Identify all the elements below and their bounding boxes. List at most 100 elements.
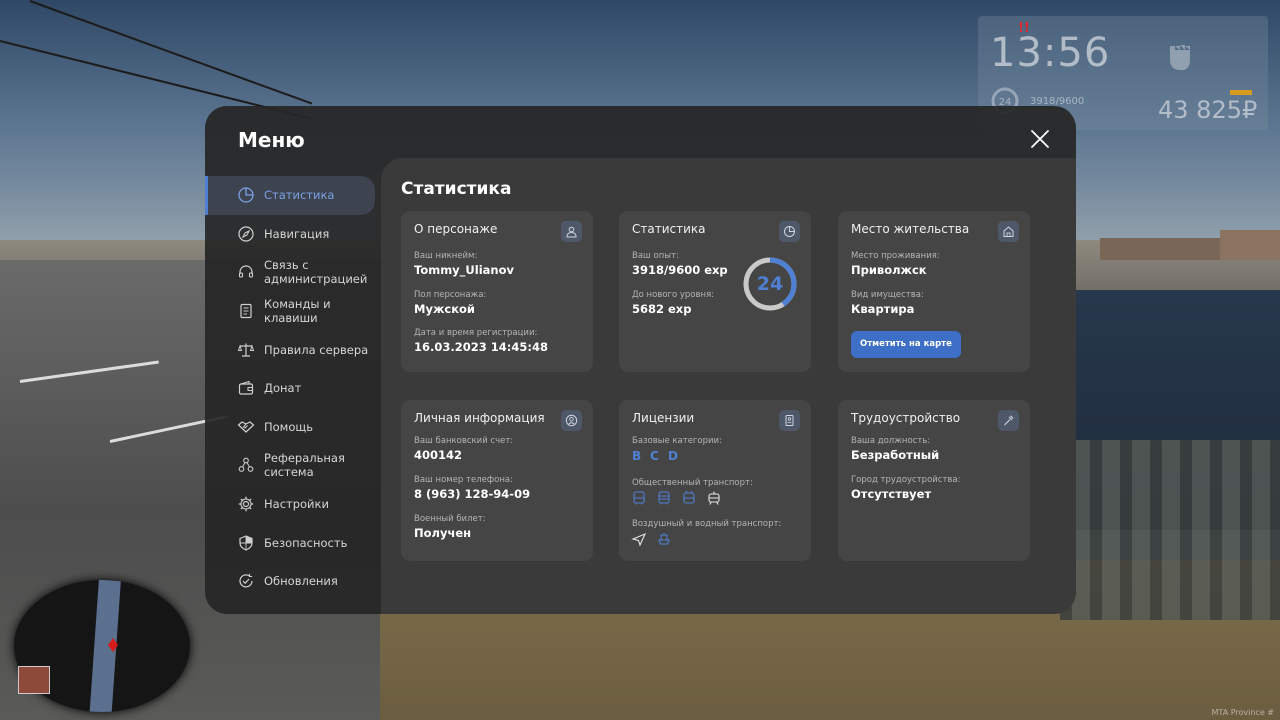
- handshake-icon: [237, 418, 255, 436]
- exp-value: 3918/9600 exp: [632, 263, 728, 277]
- gender-value: Мужской: [414, 302, 475, 316]
- license-category-b: B: [632, 449, 642, 463]
- sidebar-item-label: Статистика: [264, 188, 335, 203]
- close-button[interactable]: [1027, 126, 1053, 152]
- home-icon: [998, 221, 1019, 242]
- coach-icon: [656, 490, 672, 506]
- boat-icon: [656, 531, 672, 547]
- fist-icon: [1160, 36, 1200, 76]
- wallet-icon: [237, 379, 255, 397]
- pie-chart-icon: [779, 221, 800, 242]
- shield-icon: [237, 534, 255, 552]
- stats-content: Статистика О персонаже Ваш никнейм: Tomm…: [381, 158, 1076, 614]
- card-title: Трудоустройство: [851, 411, 961, 425]
- bank-account-value: 400142: [414, 448, 463, 462]
- military-id-label: Военный билет:: [414, 514, 486, 524]
- gender-label: Пол персонажа:: [414, 290, 487, 300]
- card-title: О персонаже: [414, 222, 498, 236]
- scales-icon: [237, 341, 255, 359]
- sidebar-item-label: Помощь: [264, 419, 314, 434]
- network-icon: [237, 456, 255, 474]
- hud-money: 43 825₽: [1158, 96, 1258, 124]
- sidebar: Статистика Навигация Связь с администрац…: [205, 176, 381, 601]
- personal-info-card: Личная информация Ваш банковский счет: 4…: [401, 400, 593, 561]
- residence-place-label: Место проживания:: [851, 251, 940, 261]
- sidebar-item-referral[interactable]: Реферальная система: [205, 446, 381, 485]
- sidebar-item-help[interactable]: Помощь: [205, 408, 381, 447]
- stats-card: Статистика Ваш опыт: 3918/9600 exp До но…: [619, 211, 811, 372]
- public-transport-label: Общественный транспорт:: [632, 478, 753, 488]
- sidebar-item-label: Связь с администрацией: [264, 258, 368, 287]
- tram-icon: [706, 490, 722, 506]
- card-title: Место жительства: [851, 222, 970, 236]
- sidebar-item-label: Донат: [264, 381, 302, 396]
- pie-chart-icon: [237, 186, 255, 204]
- character-card: О персонаже Ваш никнейм: Tommy_Ulianov П…: [401, 211, 593, 372]
- hud-clock: 13:56: [990, 30, 1111, 76]
- refresh-check-icon: [237, 572, 255, 590]
- sidebar-item-donate[interactable]: Донат: [205, 369, 381, 408]
- license-category-c: C: [650, 449, 659, 463]
- menu-title: Меню: [238, 128, 305, 152]
- license-categories: B C D: [632, 449, 678, 463]
- level-progress-ring: 24: [741, 255, 799, 313]
- page-title: Статистика: [401, 179, 512, 199]
- residence-place-value: Приволжск: [851, 263, 927, 277]
- sidebar-item-label: Обновления: [264, 574, 338, 589]
- level-number: 24: [756, 273, 784, 295]
- player-avatar: [18, 666, 50, 694]
- sidebar-item-admin-contact[interactable]: Связь с администрацией: [205, 253, 381, 292]
- license-card-icon: [779, 410, 800, 431]
- sidebar-item-commands[interactable]: Команды и клавиши: [205, 292, 381, 331]
- employment-card: Трудоустройство Ваша должность: Безработ…: [838, 400, 1030, 561]
- hammer-icon: [998, 410, 1019, 431]
- watermark: MTA Province #: [1211, 708, 1274, 717]
- sidebar-item-label: Реферальная система: [264, 451, 345, 480]
- phone-value: 8 (963) 128-94-09: [414, 487, 531, 501]
- property-type-label: Вид имущества:: [851, 290, 924, 300]
- gear-icon: [237, 495, 255, 513]
- compass-icon: [237, 225, 255, 243]
- airplane-icon: [631, 531, 647, 547]
- sidebar-item-label: Настройки: [264, 497, 329, 512]
- property-type-value: Квартира: [851, 302, 915, 316]
- sidebar-item-settings[interactable]: Настройки: [205, 485, 381, 524]
- sidebar-item-label: Безопасность: [264, 535, 348, 550]
- sidebar-item-label: Навигация: [264, 226, 330, 241]
- job-position-label: Ваша должность:: [851, 436, 931, 446]
- job-city-value: Отсутствует: [851, 487, 932, 501]
- profile-circle-icon: [561, 410, 582, 431]
- military-id-value: Получен: [414, 526, 472, 540]
- sidebar-item-label: Команды и клавиши: [264, 297, 331, 326]
- license-category-d: D: [668, 449, 678, 463]
- card-title: Лицензии: [632, 411, 695, 425]
- close-icon: [1031, 130, 1049, 148]
- air-water-transport-label: Воздушный и водный транспорт:: [632, 519, 782, 529]
- trolleybus-icon: [681, 490, 697, 506]
- sidebar-item-navigation[interactable]: Навигация: [205, 215, 381, 254]
- phone-label: Ваш номер телефона:: [414, 475, 513, 485]
- sidebar-item-updates[interactable]: Обновления: [205, 562, 381, 601]
- menu-window: Меню Статистика Навигация Связь с админи…: [205, 106, 1076, 614]
- document-icon: [237, 302, 255, 320]
- residence-card: Место жительства Место проживания: Приво…: [838, 211, 1030, 372]
- nickname-value: Tommy_Ulianov: [414, 263, 514, 277]
- next-level-label: До нового уровня:: [632, 290, 715, 300]
- sidebar-item-statistics[interactable]: Статистика: [205, 176, 375, 215]
- mark-on-map-button[interactable]: Отметить на карте: [851, 331, 961, 358]
- exp-label: Ваш опыт:: [632, 251, 679, 261]
- public-transport-icons: [631, 490, 722, 506]
- sidebar-item-rules[interactable]: Правила сервера: [205, 330, 381, 369]
- registration-label: Дата и время регистрации:: [414, 328, 538, 338]
- next-level-value: 5682 exp: [632, 302, 692, 316]
- bus-icon: [631, 490, 647, 506]
- card-title: Статистика: [632, 222, 706, 236]
- hud-health-bar: [1230, 90, 1252, 95]
- sidebar-item-label: Правила сервера: [264, 342, 369, 357]
- bridge-railing: [1060, 440, 1280, 620]
- job-position-value: Безработный: [851, 448, 940, 462]
- card-title: Личная информация: [414, 411, 545, 425]
- building: [1100, 238, 1220, 260]
- licenses-card: Лицензии Базовые категории: B C D Общест…: [619, 400, 811, 561]
- sidebar-item-security[interactable]: Безопасность: [205, 523, 381, 562]
